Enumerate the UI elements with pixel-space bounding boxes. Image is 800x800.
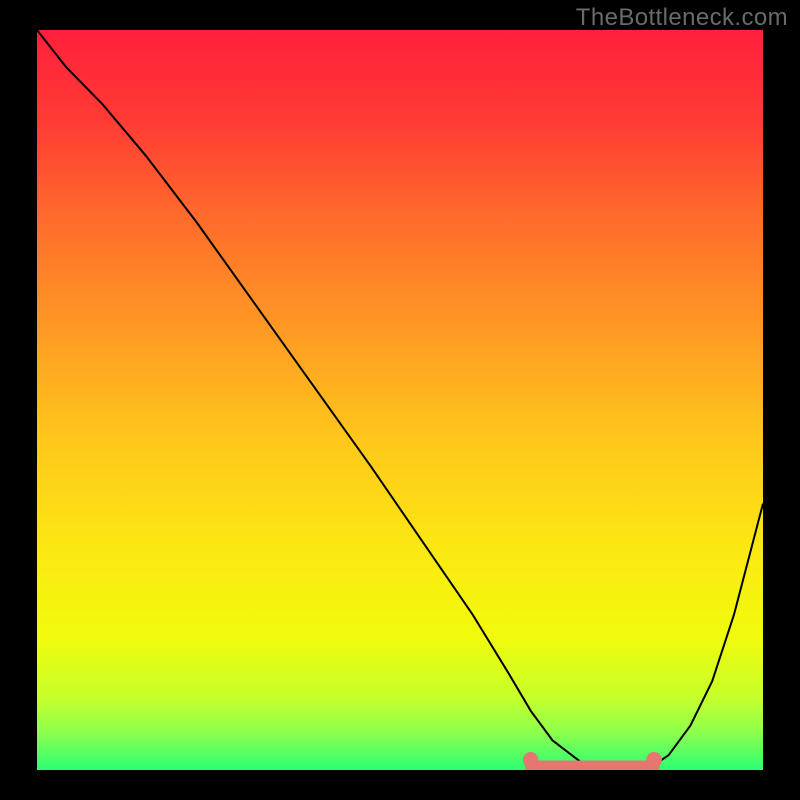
gradient-background — [37, 30, 763, 770]
chart-svg — [37, 30, 763, 770]
watermark-text: TheBottleneck.com — [576, 4, 788, 32]
chart-frame: TheBottleneck.com — [0, 0, 800, 800]
plot-area — [37, 30, 763, 770]
